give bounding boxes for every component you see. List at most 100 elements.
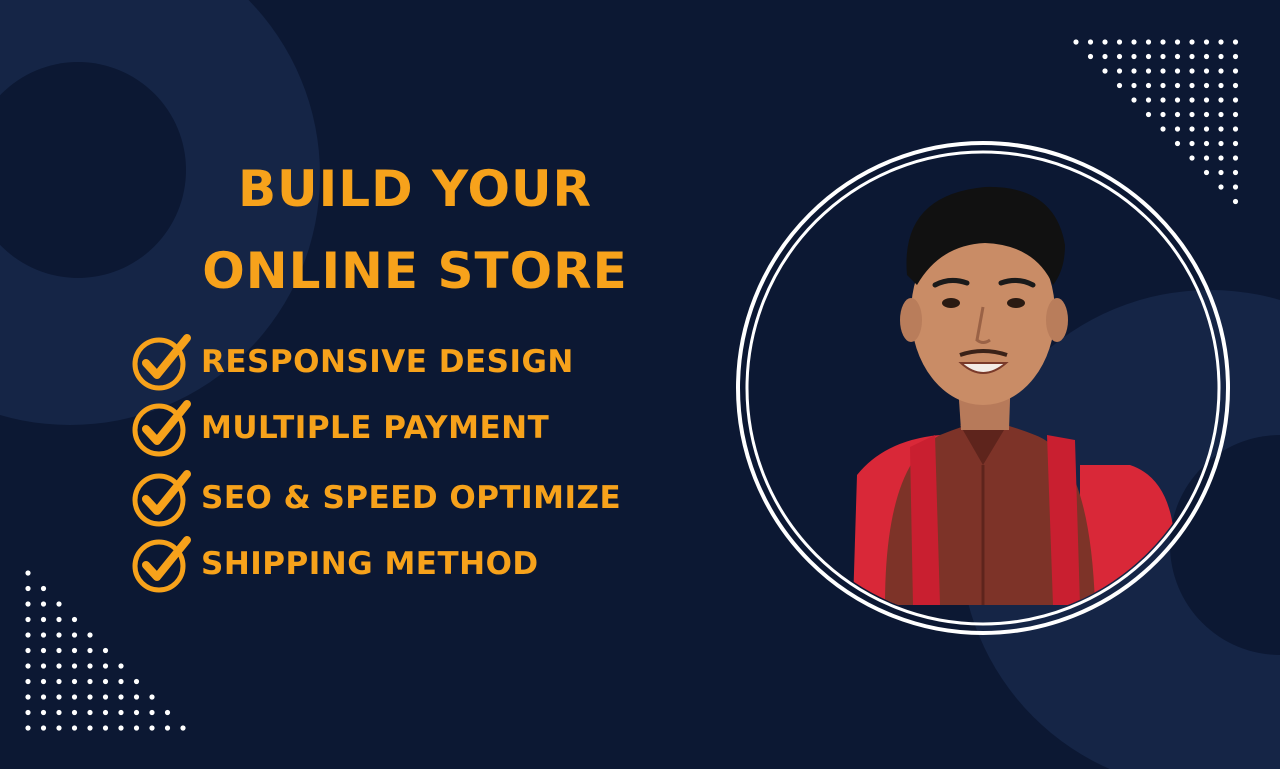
decor-dot bbox=[25, 663, 31, 669]
decor-dot bbox=[1160, 39, 1166, 45]
decor-dot bbox=[71, 709, 78, 716]
decor-dot bbox=[1131, 97, 1137, 103]
decor-dot bbox=[56, 647, 62, 654]
decor-dot bbox=[1131, 68, 1137, 74]
decor-dot bbox=[40, 616, 47, 623]
decor-dot bbox=[102, 709, 109, 716]
decor-dot bbox=[1218, 68, 1224, 74]
decor-dot bbox=[1218, 82, 1224, 89]
decor-dot bbox=[133, 709, 140, 716]
checkmark-circle-icon bbox=[132, 400, 191, 457]
decor-dot bbox=[87, 678, 93, 685]
decor-dot bbox=[1160, 53, 1166, 60]
decor-dot bbox=[40, 647, 47, 654]
feature-label: SHIPPING METHOD bbox=[201, 546, 539, 582]
decor-dot bbox=[40, 678, 47, 685]
decor-dot bbox=[1189, 53, 1195, 60]
decor-dot bbox=[87, 694, 93, 700]
decor-dot bbox=[1073, 39, 1079, 45]
decor-dot bbox=[1203, 39, 1210, 45]
decor-dot bbox=[164, 709, 171, 716]
decor-dot bbox=[118, 663, 124, 669]
decor-dot bbox=[1116, 82, 1123, 89]
decor-dot bbox=[180, 725, 186, 731]
decor-dot bbox=[133, 694, 140, 700]
decor-dot bbox=[1232, 155, 1239, 161]
decor-dot bbox=[71, 694, 78, 700]
decor-dot bbox=[1232, 198, 1239, 205]
decor-dot bbox=[1102, 39, 1108, 45]
decor-dot bbox=[1160, 82, 1166, 89]
decor-dot bbox=[1203, 82, 1210, 89]
decor-dot bbox=[40, 694, 47, 700]
decor-dot bbox=[25, 725, 31, 731]
decor-dot bbox=[1232, 53, 1239, 60]
decor-dot bbox=[1203, 111, 1210, 118]
decor-dot bbox=[1189, 111, 1195, 118]
decor-dot bbox=[25, 601, 31, 607]
profile-photo bbox=[736, 141, 1230, 635]
decor-dot bbox=[71, 663, 78, 669]
checkmark-circle-icon bbox=[132, 470, 191, 527]
decor-dot bbox=[1232, 111, 1239, 118]
decor-dot bbox=[87, 632, 93, 638]
decor-dot bbox=[1203, 97, 1210, 103]
decor-dot bbox=[1232, 169, 1239, 176]
decor-dot bbox=[1145, 39, 1152, 45]
person-figure bbox=[853, 186, 1175, 605]
decor-dot bbox=[1203, 126, 1210, 132]
decor-dot bbox=[1174, 53, 1181, 60]
decor-dot bbox=[25, 709, 31, 716]
decor-dot bbox=[56, 601, 62, 607]
decor-dot bbox=[71, 678, 78, 685]
decor-dot bbox=[1145, 53, 1152, 60]
decor-dot bbox=[1189, 68, 1195, 74]
decor-dot bbox=[149, 709, 155, 716]
decor-dot bbox=[1232, 97, 1239, 103]
decor-dot bbox=[1218, 39, 1224, 45]
decor-dot bbox=[1174, 68, 1181, 74]
decor-dot bbox=[1174, 126, 1181, 132]
decor-dot bbox=[71, 632, 78, 638]
decor-dot bbox=[1174, 39, 1181, 45]
decor-dot bbox=[149, 694, 155, 700]
decor-dot bbox=[87, 709, 93, 716]
decor-dot bbox=[1218, 53, 1224, 60]
decor-dot bbox=[40, 663, 47, 669]
decor-dot bbox=[1116, 68, 1123, 74]
decor-dot bbox=[1145, 97, 1152, 103]
decor-dot bbox=[1160, 68, 1166, 74]
decor-dot bbox=[56, 632, 62, 638]
decor-dot bbox=[1232, 184, 1239, 190]
decor-dot bbox=[133, 678, 140, 685]
decor-dot bbox=[71, 725, 78, 731]
decor-dot bbox=[1160, 97, 1166, 103]
decor-dot bbox=[56, 678, 62, 685]
decor-dot bbox=[1232, 39, 1239, 45]
decor-dot bbox=[1174, 97, 1181, 103]
decor-dot bbox=[1116, 53, 1123, 60]
decor-dot bbox=[1218, 126, 1224, 132]
decor-dot bbox=[102, 647, 109, 654]
decor-dot bbox=[71, 647, 78, 654]
headline: BUILD YOUR ONLINE STORE bbox=[150, 148, 680, 312]
decor-dot bbox=[1087, 53, 1094, 60]
decor-dot bbox=[149, 725, 155, 731]
decor-dot bbox=[102, 694, 109, 700]
decor-dot bbox=[40, 632, 47, 638]
decor-dot bbox=[1232, 140, 1239, 147]
decor-dot bbox=[1160, 111, 1166, 118]
decor-dot bbox=[1189, 126, 1195, 132]
decor-dot bbox=[1174, 111, 1181, 118]
decor-dot bbox=[102, 678, 109, 685]
checkmark-circle-icon bbox=[132, 334, 191, 391]
feature-label: RESPONSIVE DESIGN bbox=[201, 344, 574, 380]
decor-dot bbox=[1145, 111, 1152, 118]
decor-dot bbox=[1131, 39, 1137, 45]
decor-dot bbox=[118, 709, 124, 716]
decor-dot bbox=[87, 663, 93, 669]
decor-dot bbox=[1116, 39, 1123, 45]
feature-label: SEO & SPEED OPTIMIZE bbox=[201, 480, 622, 516]
decor-dot bbox=[87, 647, 93, 654]
decor-dot bbox=[25, 647, 31, 654]
